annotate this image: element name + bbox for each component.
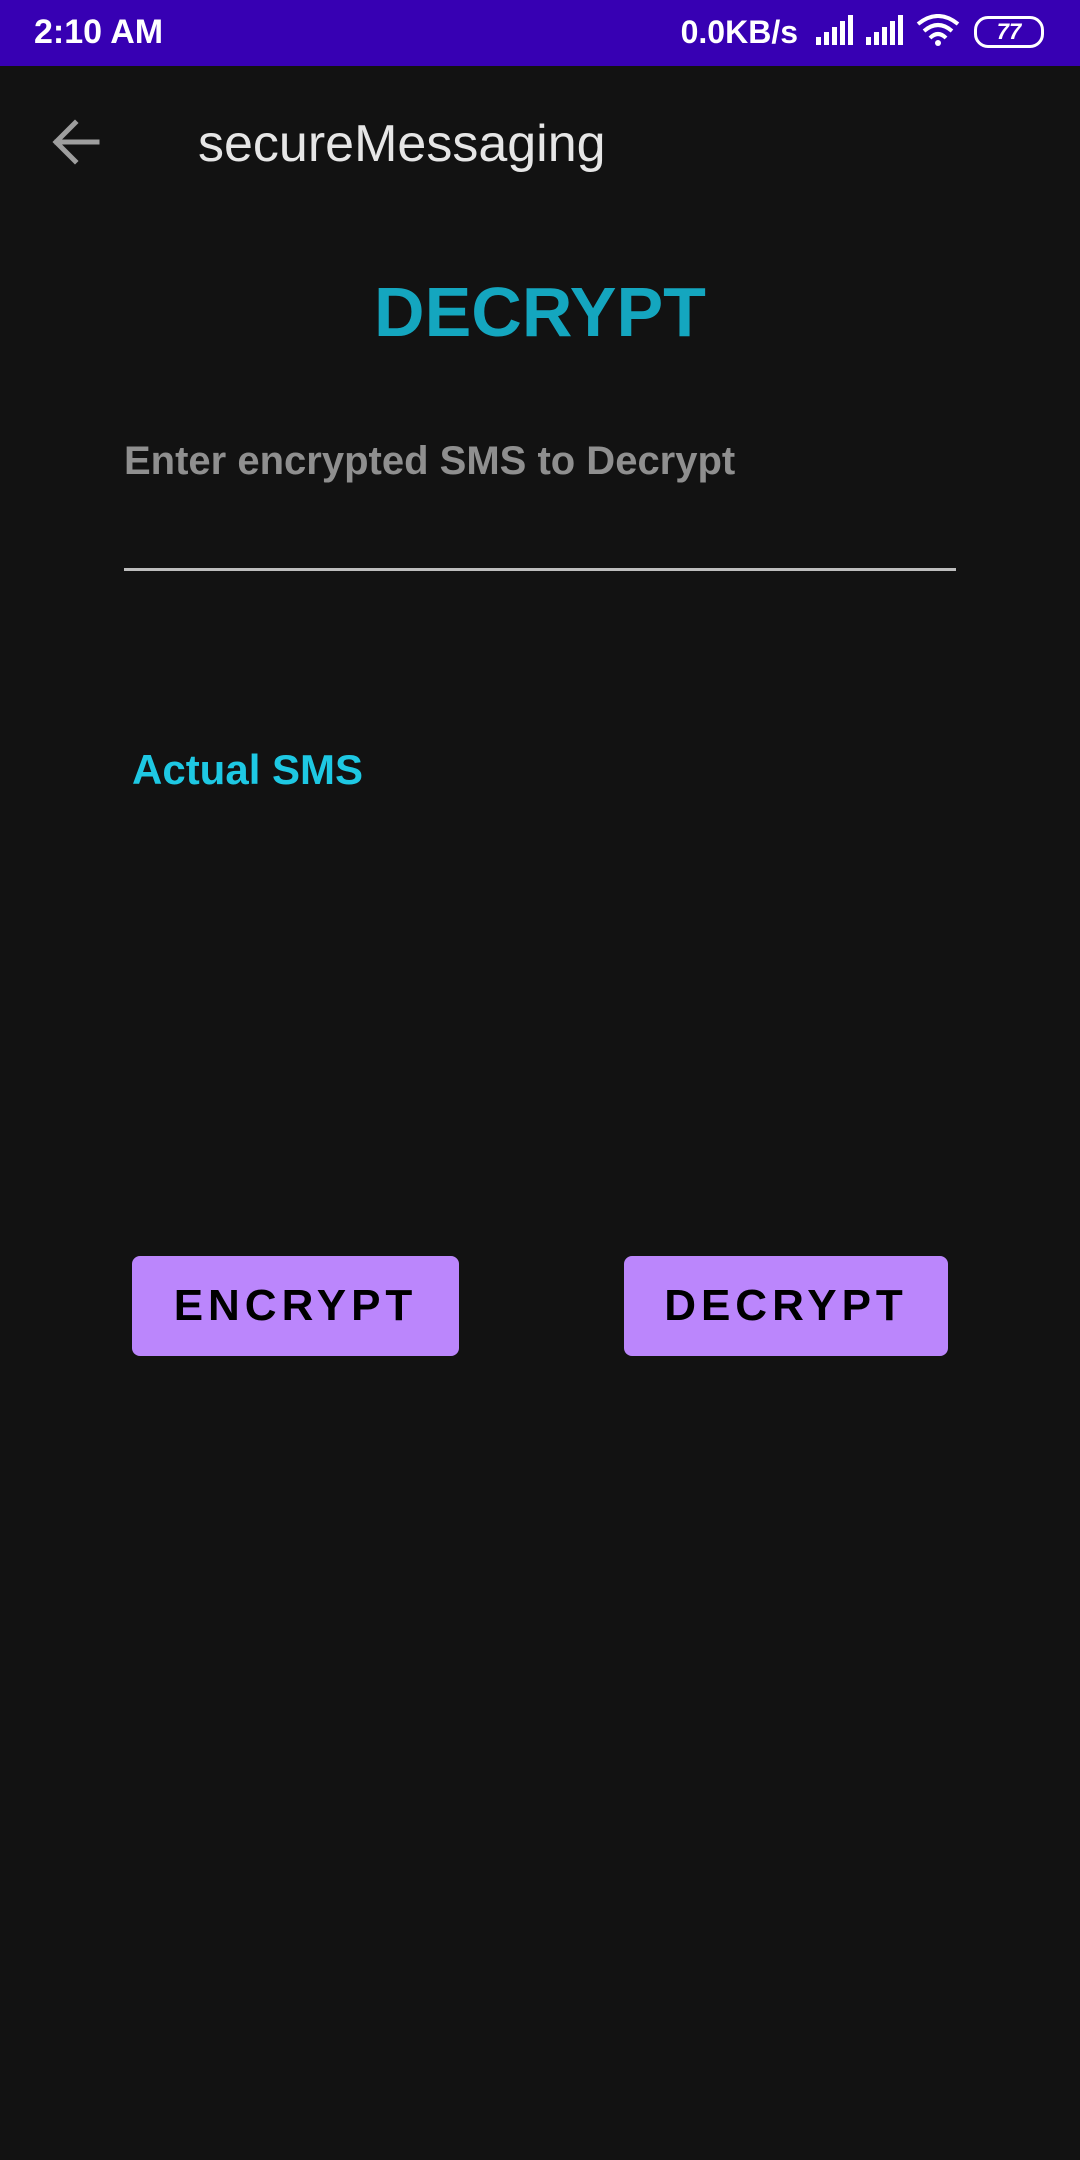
actual-sms-label: Actual SMS xyxy=(132,746,364,793)
signal-icon xyxy=(866,14,906,50)
network-speed: 0.0KB/s xyxy=(680,13,798,50)
app-title: secureMessaging xyxy=(198,115,606,173)
decrypt-button[interactable]: DECRYPT xyxy=(624,1256,948,1356)
back-button[interactable] xyxy=(36,110,116,174)
app-bar: secureMessaging xyxy=(0,66,1080,220)
status-time: 2:10 AM xyxy=(34,13,164,51)
signal-icon xyxy=(816,14,856,50)
arrow-left-icon xyxy=(52,119,100,165)
page-heading: DECRYPT xyxy=(374,273,706,351)
status-bar: 2:10 AM 0.0KB/s 77 xyxy=(0,0,1080,66)
encrypted-sms-input[interactable] xyxy=(124,415,956,571)
battery-icon: 77 xyxy=(974,16,1044,48)
encrypt-button[interactable]: ENCRYPT xyxy=(132,1256,459,1356)
status-icons: 0.0KB/s 77 xyxy=(681,10,1044,54)
wifi-icon xyxy=(916,13,960,51)
